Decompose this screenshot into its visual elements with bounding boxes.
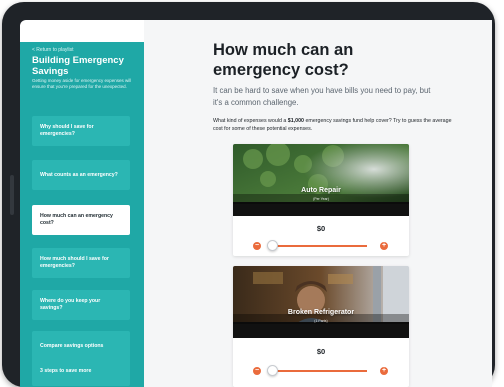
tablet-side-bezel	[10, 175, 14, 215]
amount-value: $0	[316, 347, 326, 356]
nav-item-label: Why should I save for emergencies?	[40, 124, 94, 137]
slider-thumb[interactable]	[267, 365, 278, 376]
nav-item-label: How much should I save for emergencies?	[40, 256, 109, 269]
decrease-button[interactable]: −	[253, 367, 261, 375]
nav-item-what-counts[interactable]: What counts as an emergency?	[32, 160, 130, 190]
question-text-start: What kind of expenses would a	[213, 118, 288, 124]
slider-track	[271, 245, 367, 247]
decrease-button[interactable]: −	[253, 242, 261, 250]
nav-item-label: Where do you keep your savings?	[40, 298, 101, 311]
question-amount: $1,000	[287, 118, 304, 124]
nav-item-label: Compare savings options	[40, 342, 104, 349]
increase-button[interactable]: +	[380, 242, 388, 250]
expense-card-auto-repair: Auto Repair (Per Year) $0 − +	[233, 144, 409, 256]
nav-item-label: What counts as an emergency?	[40, 171, 118, 178]
lead-text: It can be hard to save when you have bil…	[213, 86, 431, 107]
slider-track	[271, 370, 367, 372]
card-subtitle: (1 Parts)	[314, 319, 328, 323]
sidebar-description: Getting money aside for emergency expens…	[32, 78, 132, 89]
tablet-frame: < Return to playlist Building Emergency …	[2, 2, 495, 387]
page-title: How much can an emergency cost?	[213, 41, 354, 79]
card-subtitle: (Per Year)	[313, 197, 329, 201]
screen: < Return to playlist Building Emergency …	[20, 20, 492, 387]
nav-item-why-save[interactable]: Why should I save for emergencies?	[32, 116, 130, 146]
nav-item-how-much-cost[interactable]: How much can an emergency cost?	[32, 205, 130, 235]
nav-item-how-much-save[interactable]: How much should I save for emergencies?	[32, 248, 130, 278]
sidebar-title: Building Emergency Savings	[32, 55, 124, 77]
nav-item-three-steps[interactable]: 3 steps to save more	[32, 356, 130, 386]
slider-thumb[interactable]	[267, 240, 278, 251]
increase-button[interactable]: +	[380, 367, 388, 375]
card-title: Auto Repair	[301, 187, 341, 194]
broken-refrigerator-image	[233, 266, 409, 338]
amount-value: $0	[316, 224, 326, 233]
nav-item-where-keep[interactable]: Where do you keep your savings?	[32, 290, 130, 320]
card-title: Broken Refrigerator	[287, 309, 355, 316]
nav-item-label: How much can an emergency cost?	[40, 213, 113, 226]
sidebar: < Return to playlist Building Emergency …	[20, 42, 144, 387]
nav-item-label: 3 steps to save more	[40, 367, 92, 374]
main-content: How much can an emergency cost? It can b…	[144, 20, 492, 387]
auto-repair-image	[233, 144, 409, 216]
expense-card-broken-refrigerator: Broken Refrigerator (1 Parts) $0 − +	[233, 266, 409, 387]
back-link[interactable]: < Return to playlist	[32, 47, 74, 53]
question-text: What kind of expenses would a $1,000 eme…	[213, 117, 453, 133]
